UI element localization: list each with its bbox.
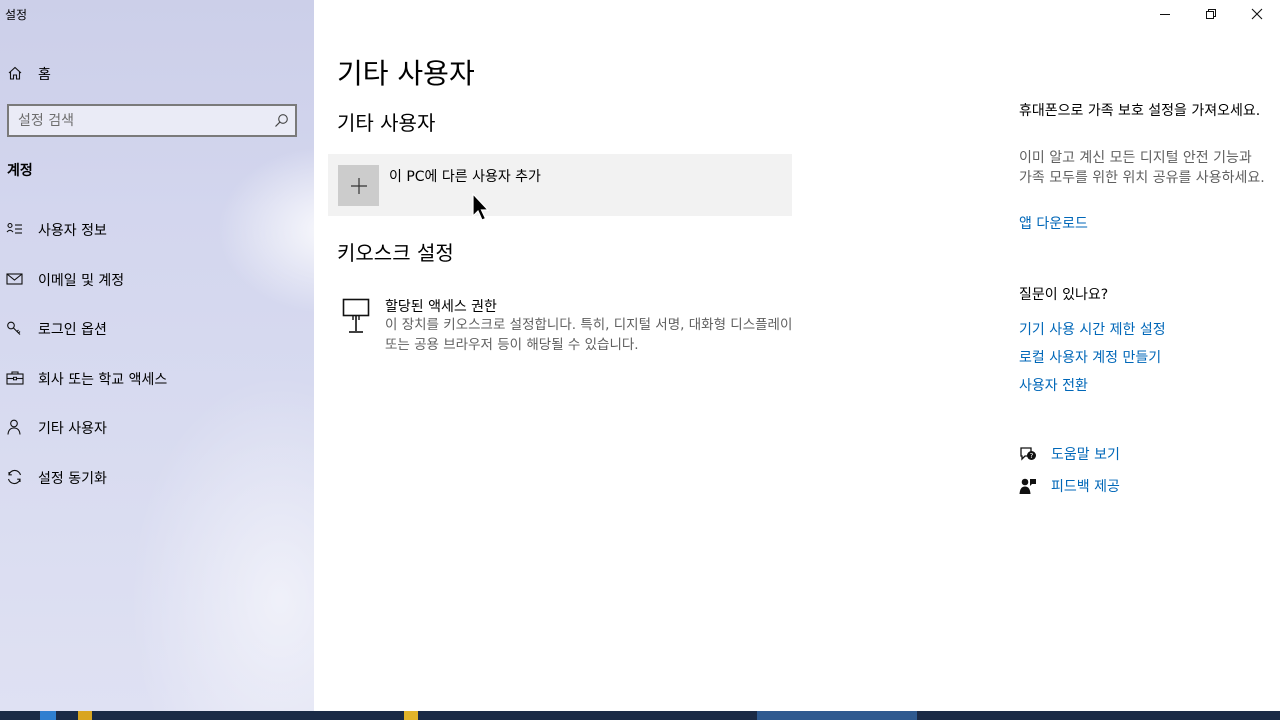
user-info-icon — [6, 222, 22, 234]
plus-icon — [350, 177, 367, 194]
key-icon — [7, 321, 21, 336]
mouse-cursor-icon — [472, 193, 490, 221]
taskbar-active-app[interactable] — [757, 711, 917, 720]
taskbar-app-icon[interactable] — [40, 711, 56, 720]
switch-user-link[interactable]: 사용자 전환 — [1019, 375, 1166, 403]
sidebar-item-label: 회사 또는 학교 액세스 — [38, 371, 168, 388]
minimize-icon — [1160, 14, 1170, 15]
feedback-row[interactable]: 피드백 제공 — [1019, 475, 1269, 499]
help-row[interactable]: ? 도움말 보기 — [1019, 443, 1269, 467]
mail-icon — [6, 273, 23, 285]
sidebar-item-label: 사용자 정보 — [38, 223, 107, 239]
kiosk-icon — [342, 298, 370, 333]
local-account-link[interactable]: 로컬 사용자 계정 만들기 — [1019, 347, 1166, 375]
briefcase-icon — [6, 371, 24, 385]
screen-time-link[interactable]: 기기 사용 시간 제한 설정 — [1019, 319, 1166, 347]
app-download-link[interactable]: 앱 다운로드 — [1019, 213, 1088, 233]
sidebar-item-work-school[interactable]: 회사 또는 학교 액세스 — [0, 360, 314, 410]
sidebar-nav: 사용자 정보 이메일 및 계정 로그인 옵션 회사 또는 학교 액세스 기타 사… — [0, 211, 314, 509]
sidebar-home[interactable]: 홈 — [0, 58, 314, 88]
svg-text:?: ? — [1030, 452, 1034, 460]
assigned-access-button[interactable]: 할당된 액세스 권한 이 장치를 키오스크로 설정합니다. 특히, 디지털 서명… — [337, 294, 797, 358]
restore-icon — [1206, 9, 1216, 19]
minimize-button[interactable] — [1142, 0, 1188, 28]
sidebar-item-label: 설정 동기화 — [38, 470, 107, 487]
search-input[interactable] — [9, 106, 269, 135]
sync-icon — [7, 469, 22, 485]
close-icon — [1251, 8, 1263, 20]
sidebar-home-label: 홈 — [38, 67, 51, 83]
taskbar-app-icon[interactable] — [404, 711, 418, 720]
feedback-link[interactable]: 피드백 제공 — [1051, 476, 1120, 496]
kiosk-title: 할당된 액세스 권한 — [385, 299, 497, 315]
app-title: 설정 — [5, 8, 28, 22]
sidebar: 설정 홈 계정 사용자 정보 — [0, 0, 314, 711]
person-icon — [7, 420, 21, 435]
page-title: 기타 사용자 — [337, 57, 475, 90]
help-link[interactable]: 도움말 보기 — [1051, 444, 1120, 464]
question-links: 기기 사용 시간 제한 설정 로컬 사용자 계정 만들기 사용자 전환 — [1019, 319, 1166, 403]
search-icon[interactable] — [274, 113, 289, 128]
window-controls — [1142, 0, 1280, 28]
sidebar-item-label: 기타 사용자 — [38, 421, 107, 438]
question-heading: 질문이 있나요? — [1019, 287, 1109, 303]
sidebar-item-signin[interactable]: 로그인 옵션 — [0, 310, 314, 360]
add-user-button[interactable]: 이 PC에 다른 사용자 추가 — [328, 154, 792, 216]
family-promo-title: 휴대폰으로 가족 보호 설정을 가져오세요. — [1019, 103, 1261, 119]
help-chat-icon: ? — [1020, 447, 1036, 461]
sidebar-item-user-info[interactable]: 사용자 정보 — [0, 211, 314, 261]
restore-button[interactable] — [1188, 0, 1234, 28]
sidebar-item-sync[interactable]: 설정 동기화 — [0, 459, 314, 509]
close-button[interactable] — [1234, 0, 1280, 28]
other-users-heading: 기타 사용자 — [337, 111, 436, 135]
taskbar-app-icon[interactable] — [78, 711, 92, 720]
sidebar-item-email[interactable]: 이메일 및 계정 — [0, 261, 314, 311]
add-tile — [338, 165, 379, 206]
section-heading-accounts: 계정 — [7, 163, 33, 179]
feedback-icon — [1019, 478, 1036, 494]
add-user-label: 이 PC에 다른 사용자 추가 — [389, 169, 541, 185]
sidebar-item-label: 로그인 옵션 — [38, 322, 107, 339]
sidebar-item-label: 이메일 및 계정 — [38, 272, 125, 289]
family-promo-desc: 이미 알고 계신 모든 디지털 안전 기능과 가족 모두를 위한 위치 공유를 … — [1019, 150, 1265, 186]
kiosk-heading: 키오스크 설정 — [337, 241, 454, 265]
kiosk-description: 이 장치를 키오스크로 설정합니다. 특히, 디지털 서명, 대화형 디스플레이… — [385, 317, 793, 353]
taskbar — [0, 711, 1280, 720]
home-icon — [8, 66, 22, 80]
sidebar-item-other-users[interactable]: 기타 사용자 — [0, 409, 314, 459]
settings-search[interactable] — [7, 104, 297, 137]
